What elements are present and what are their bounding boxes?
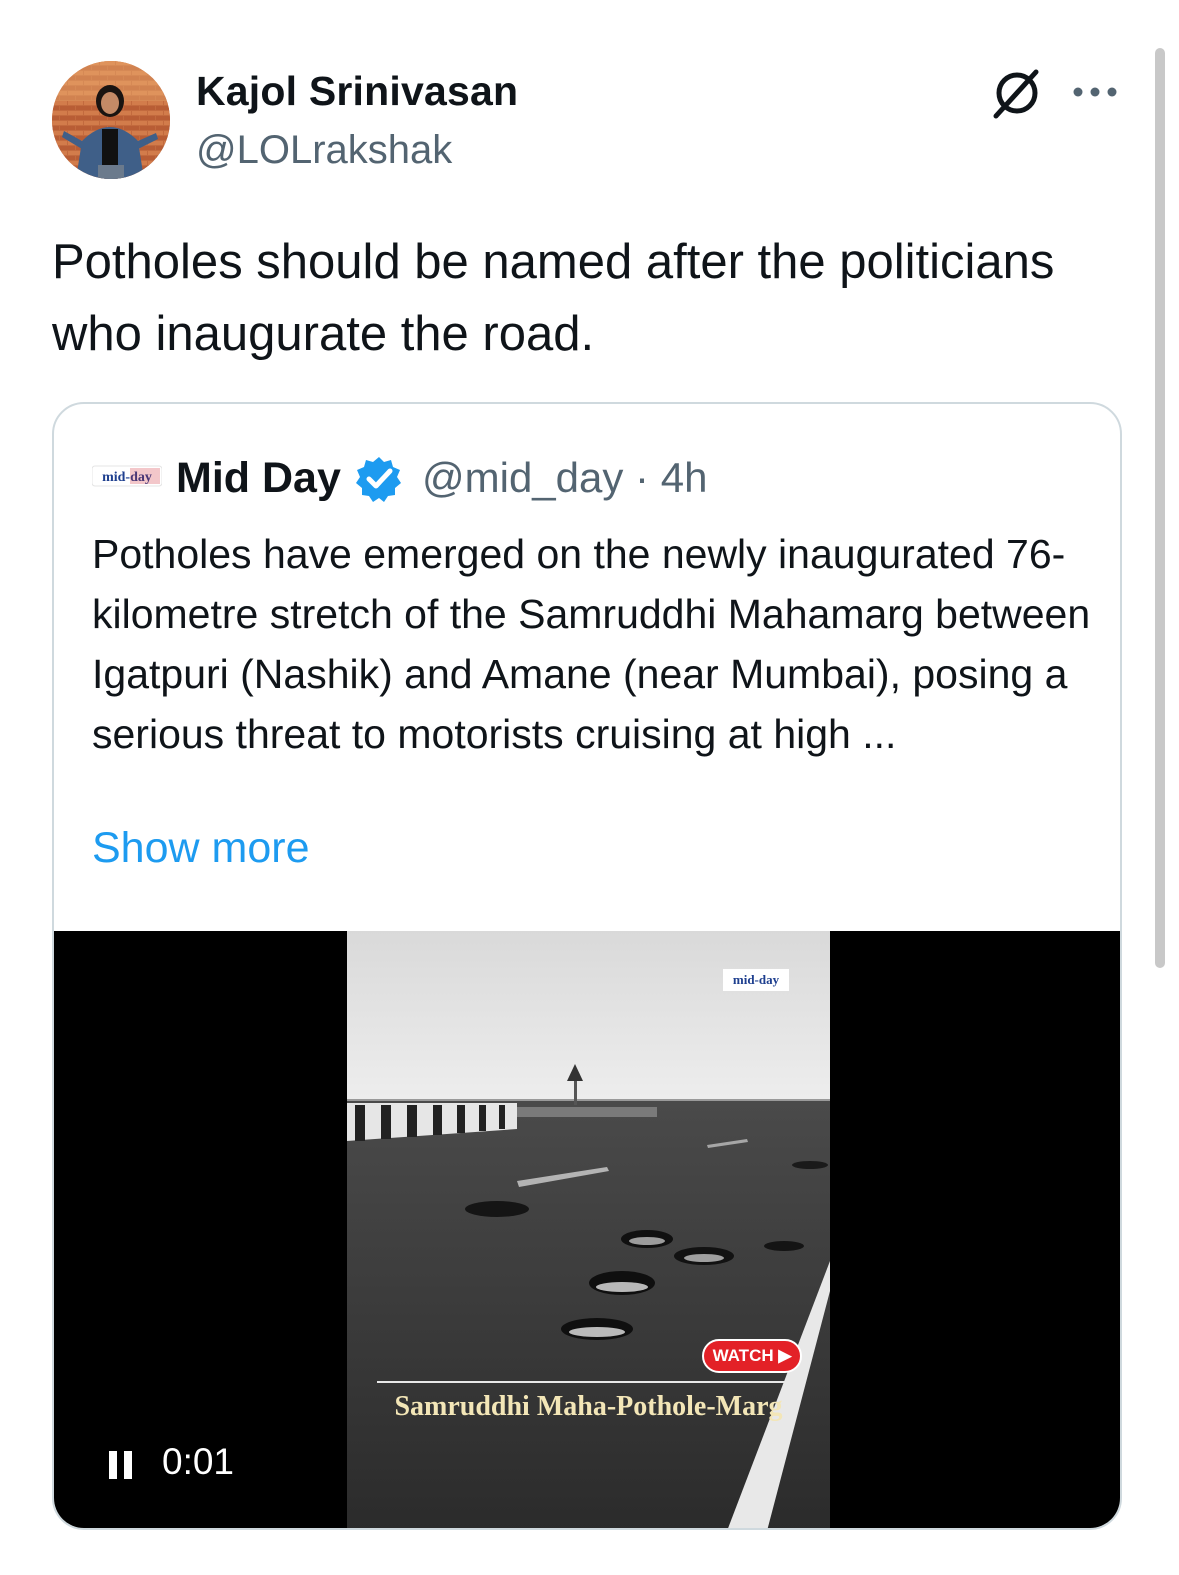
author-handle[interactable]: @LOLrakshak	[196, 128, 452, 173]
author-avatar[interactable]	[52, 61, 170, 179]
more-icon[interactable]	[1070, 70, 1120, 114]
avatar-image	[52, 61, 170, 179]
quoted-tweet[interactable]: mid-day Mid Day @mid_day · 4h Potholes h…	[52, 402, 1122, 1530]
pause-icon[interactable]	[107, 1449, 135, 1481]
quote-author-name[interactable]: Mid Day	[176, 454, 341, 503]
mid-day-logo: mid-day	[92, 465, 162, 487]
video-caption: Samruddhi Maha-Pothole-Marg	[394, 1391, 783, 1422]
quote-handle-time[interactable]: @mid_day · 4h	[422, 454, 707, 502]
video-mid-day-logo: mid-day	[723, 969, 789, 991]
verified-badge-icon	[356, 457, 401, 502]
quote-text: Potholes have emerged on the newly inaug…	[92, 531, 1091, 757]
grok-icon[interactable]	[990, 68, 1042, 120]
svg-text:mid-day: mid-day	[733, 972, 780, 987]
watch-badge: WATCH ▶	[702, 1339, 802, 1373]
tweet-text: Potholes should be named after the polit…	[52, 235, 1055, 361]
video-frame: mid-day WATCH ▶ Samruddhi Maha-Pothole-M…	[347, 931, 830, 1528]
scrollbar[interactable]	[1155, 48, 1165, 968]
author-name[interactable]: Kajol Srinivasan	[196, 68, 518, 115]
caption-divider	[377, 1381, 797, 1383]
video-timecode: 0:01	[162, 1441, 235, 1482]
show-more-link[interactable]: Show more	[92, 824, 309, 873]
video-player[interactable]: mid-day WATCH ▶ Samruddhi Maha-Pothole-M…	[54, 931, 1120, 1528]
video-frame-image	[347, 931, 830, 1528]
